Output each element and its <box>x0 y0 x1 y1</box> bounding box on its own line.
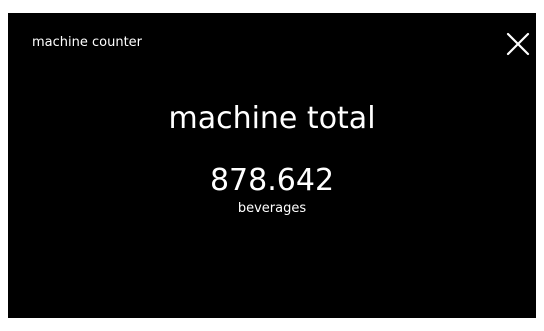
close-button[interactable] <box>504 30 532 58</box>
screen-title: machine counter <box>32 35 143 50</box>
page-heading: machine total <box>168 101 376 136</box>
total-count-unit: beverages <box>237 201 307 216</box>
close-icon <box>506 32 530 56</box>
total-count-value: 878.642 <box>209 163 335 198</box>
counter-screen: machine counter machine total 878.642 be… <box>8 13 536 318</box>
